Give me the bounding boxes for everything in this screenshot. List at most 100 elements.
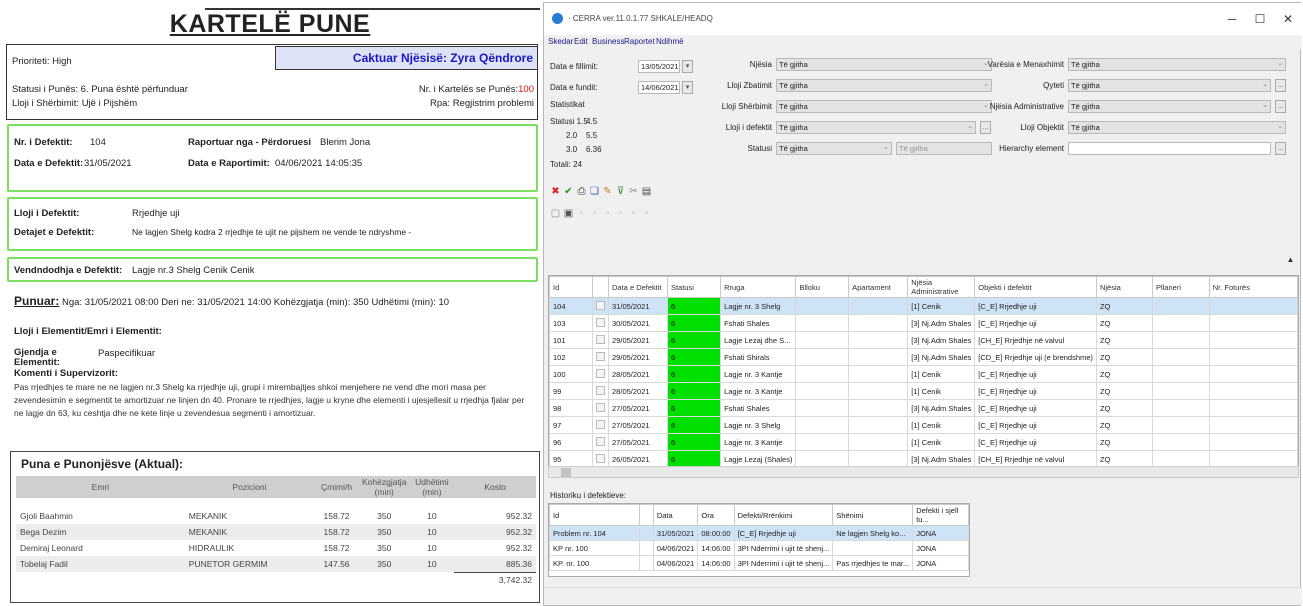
cell-block[interactable] <box>795 331 850 349</box>
cell-unit[interactable]: ZQ <box>1095 450 1153 466</box>
cell-planner[interactable] <box>1151 416 1210 434</box>
defect-row[interactable]: 101 29/05/2021 6 Lagje Lezaj dhe S... [3] Nj… <box>549 331 1298 349</box>
col-blank[interactable] <box>592 276 610 298</box>
cell-admin-unit[interactable]: [1] Cenik <box>907 416 976 434</box>
hcell-user[interactable]: JONA <box>912 555 969 571</box>
cell-apartment[interactable] <box>848 348 909 366</box>
filter-qyteti-select[interactable]: Të gjitha ⌄ <box>1068 79 1271 92</box>
cell-unit[interactable]: ZQ <box>1095 399 1153 417</box>
cell-date[interactable]: 29/05/2021 <box>608 348 668 366</box>
cell-block[interactable] <box>795 297 850 315</box>
cell-street[interactable]: Lagje nr. 3 Kantje <box>720 365 797 383</box>
cell-id[interactable]: 101 <box>549 331 594 349</box>
cell-apartment[interactable] <box>848 433 909 451</box>
cell-invoice[interactable] <box>1208 314 1298 332</box>
cell-expander[interactable] <box>592 314 610 332</box>
hcol-data[interactable]: Data <box>652 504 699 526</box>
browse-hierarchy-button[interactable]: … <box>1275 142 1286 155</box>
hcell-defect[interactable]: 3PI Nderrimi i ujit të shenj... <box>733 555 834 571</box>
cell-unit[interactable]: ZQ <box>1095 297 1153 315</box>
close-button[interactable]: ✕ <box>1274 9 1302 29</box>
cell-expander[interactable] <box>592 382 610 400</box>
cell-apartment[interactable] <box>848 382 909 400</box>
cell-date[interactable]: 31/05/2021 <box>608 297 668 315</box>
cell-admin-unit[interactable]: [1] Cenik <box>907 365 976 383</box>
cell-unit[interactable]: ZQ <box>1095 348 1153 366</box>
cell-unit[interactable]: ZQ <box>1095 382 1153 400</box>
grid-horizontal-scrollbar[interactable] <box>548 466 1299 478</box>
filter-njesia-select[interactable]: Të gjitha ⌄ <box>776 58 992 71</box>
cell-status[interactable]: 6 <box>666 382 722 400</box>
cell-unit[interactable]: ZQ <box>1095 416 1153 434</box>
cell-admin-unit[interactable]: [3] Nj.Adm Shales <box>907 348 976 366</box>
cell-planner[interactable] <box>1151 348 1210 366</box>
cell-block[interactable] <box>795 365 850 383</box>
cell-expander[interactable] <box>592 331 610 349</box>
defect-row[interactable]: 95 26/05/2021 6 Lagje Lezaj (Shales) [3] Nj.… <box>549 450 1298 466</box>
minimize-button[interactable]: ─ <box>1218 9 1246 29</box>
browse-city-button[interactable]: … <box>1275 79 1286 92</box>
cell-invoice[interactable] <box>1208 416 1298 434</box>
cell-admin-unit[interactable]: [3] Nj.Adm Shales <box>907 314 976 332</box>
hcol-ora[interactable]: Ora <box>697 504 735 526</box>
cell-admin-unit[interactable]: [3] Nj.Adm Shales <box>907 331 976 349</box>
hcol-sjell[interactable]: Defekti i sjell tu... <box>912 504 969 526</box>
hcell-time[interactable]: 14:06:00 <box>697 540 735 556</box>
cell-unit[interactable]: ZQ <box>1095 365 1153 383</box>
cell-date[interactable]: 27/05/2021 <box>608 416 668 434</box>
expand-button[interactable] <box>596 300 606 310</box>
hcell-date[interactable]: 04/06/2021 <box>652 555 699 571</box>
cell-street[interactable]: Lagje nr. 3 Kantje <box>720 382 797 400</box>
hierarchy-element-input[interactable] <box>1068 142 1271 155</box>
cell-object[interactable]: [C_E] Rrjedhje uji <box>974 314 1097 332</box>
cell-invoice[interactable] <box>1208 399 1298 417</box>
maximize-button[interactable]: ☐ <box>1246 9 1274 29</box>
cell-invoice[interactable] <box>1208 297 1298 315</box>
cell-status[interactable]: 6 <box>666 297 722 315</box>
hcell-time[interactable]: 14:06:00 <box>697 555 735 571</box>
filter-njesia-admin-select[interactable]: Të gjitha ⌄ <box>1068 100 1271 113</box>
menu-raportet[interactable]: Raportet <box>624 37 655 46</box>
cell-apartment[interactable] <box>848 331 909 349</box>
cell-object[interactable]: [CH_E] Rrjedhje në valvul <box>974 450 1097 466</box>
report-icon[interactable]: ▤ <box>641 186 652 198</box>
cell-status[interactable]: 6 <box>666 433 722 451</box>
cell-admin-unit[interactable]: [1] Cenik <box>907 297 976 315</box>
hcell-defect[interactable]: 3PI Nderrimi i ujit të shenj... <box>733 540 834 556</box>
cell-invoice[interactable] <box>1208 365 1298 383</box>
cell-status[interactable]: 6 <box>666 331 722 349</box>
cell-date[interactable]: 27/05/2021 <box>608 433 668 451</box>
cell-expander[interactable] <box>592 416 610 434</box>
scroll-up-icon[interactable]: ▲ <box>1285 254 1296 266</box>
edit-icon[interactable]: ✎ <box>602 186 613 198</box>
date-from-calendar-icon[interactable]: ▾ <box>682 60 693 73</box>
cell-apartment[interactable] <box>848 297 909 315</box>
col-pllaneri[interactable]: Pllaneri <box>1151 276 1210 298</box>
cell-expander[interactable] <box>592 365 610 383</box>
cell-block[interactable] <box>795 433 850 451</box>
browse-admin-unit-button[interactable]: … <box>1275 100 1286 113</box>
cell-status[interactable]: 6 <box>666 450 722 466</box>
cell-id[interactable]: 99 <box>549 382 594 400</box>
filter-varesia-select[interactable]: Të gjitha ⌄ <box>1068 58 1286 71</box>
col-objekti[interactable]: Objekti i defektit <box>974 276 1097 298</box>
cell-apartment[interactable] <box>848 416 909 434</box>
hcol-defekti[interactable]: Defekti/Rrënkimi <box>733 504 834 526</box>
filter-lloji-objektit-select[interactable]: Të gjitha ⌄ <box>1068 121 1286 134</box>
cell-street[interactable]: Lagje Lezaj dhe S... <box>720 331 797 349</box>
new-icon[interactable]: ▢ <box>550 208 561 220</box>
cell-unit[interactable]: ZQ <box>1095 433 1153 451</box>
cell-invoice[interactable] <box>1208 331 1298 349</box>
cell-object[interactable]: [CH_E] Rrjedhje në valvul <box>974 331 1097 349</box>
col-id[interactable]: Id <box>549 276 594 298</box>
defect-row[interactable]: 104 31/05/2021 6 Lagje nr. 3 Shelg [1] Cenik… <box>549 297 1298 315</box>
cell-planner[interactable] <box>1151 450 1210 466</box>
expand-button[interactable] <box>596 402 606 412</box>
cell-planner[interactable] <box>1151 331 1210 349</box>
cell-object[interactable]: [C_E] Rrjedhje uji <box>974 365 1097 383</box>
cell-admin-unit[interactable]: [3] Nj.Adm Shales <box>907 450 976 466</box>
hcol-id[interactable]: Id <box>549 504 640 526</box>
copy-icon[interactable]: ❏ <box>589 186 600 198</box>
cell-expander[interactable] <box>592 348 610 366</box>
cell-invoice[interactable] <box>1208 450 1298 466</box>
